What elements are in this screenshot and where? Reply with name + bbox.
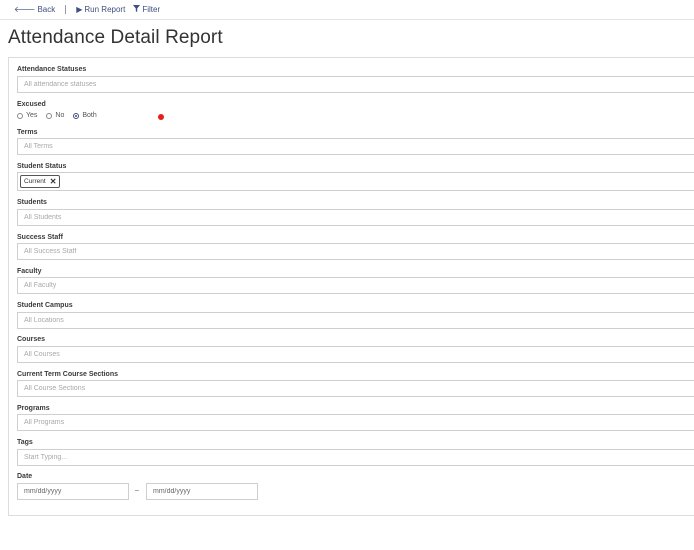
date-from-input[interactable]	[17, 483, 129, 500]
cursor-indicator	[158, 114, 164, 120]
course-sections-input[interactable]	[17, 380, 694, 397]
filter-button[interactable]: Filter	[133, 5, 160, 14]
excused-radio-group: Yes No Both	[17, 111, 106, 120]
excused-option-label: No	[55, 112, 65, 119]
excused-label: Excused	[17, 101, 46, 108]
funnel-icon	[133, 5, 141, 14]
student-status-label: Student Status	[17, 163, 67, 170]
back-button[interactable]: 🡐 Back	[14, 5, 55, 14]
date-separator: –	[135, 487, 139, 494]
programs-label: Programs	[17, 405, 50, 412]
excused-option-yes[interactable]: Yes	[17, 112, 37, 119]
attendance-statuses-input[interactable]	[17, 76, 694, 93]
page-title: Attendance Detail Report	[8, 27, 223, 48]
excused-option-label: Both	[82, 112, 97, 119]
toolbar-divider	[65, 5, 67, 14]
programs-input[interactable]	[17, 414, 694, 431]
filter-label: Filter	[142, 5, 161, 14]
toolbar: 🡐 Back ▶ Run Report Filter	[0, 0, 694, 20]
terms-input[interactable]	[17, 138, 694, 155]
faculty-input[interactable]	[17, 277, 694, 294]
course-sections-label: Current Term Course Sections	[17, 371, 119, 378]
student-campus-input[interactable]	[17, 312, 694, 329]
students-label: Students	[17, 199, 47, 206]
play-icon: ▶	[76, 4, 83, 14]
back-label: Back	[37, 5, 56, 14]
tags-label: Tags	[17, 439, 33, 446]
excused-option-no[interactable]: No	[46, 112, 64, 119]
students-input[interactable]	[17, 209, 694, 226]
success-staff-input[interactable]	[17, 243, 694, 260]
courses-label: Courses	[17, 336, 46, 343]
tags-input[interactable]	[17, 449, 694, 466]
excused-option-both[interactable]: Both	[73, 112, 97, 119]
status-tag-label: Current	[24, 178, 46, 185]
courses-input[interactable]	[17, 346, 694, 363]
date-to-input[interactable]	[146, 483, 258, 500]
date-label: Date	[17, 473, 33, 480]
radio-unchecked-icon	[46, 112, 53, 119]
student-campus-label: Student Campus	[17, 302, 73, 309]
attendance-statuses-label: Attendance Statuses	[17, 66, 87, 73]
remove-tag-icon[interactable]: ✕	[50, 177, 57, 186]
student-status-input[interactable]: Current ✕	[17, 172, 694, 191]
status-tag: Current ✕	[20, 175, 61, 188]
faculty-label: Faculty	[17, 268, 42, 275]
radio-checked-icon	[73, 112, 80, 119]
run-report-label: Run Report	[84, 5, 126, 14]
terms-label: Terms	[17, 129, 38, 136]
arrow-left-icon: 🡐	[14, 4, 36, 14]
radio-unchecked-icon	[17, 112, 23, 119]
excused-option-label: Yes	[26, 112, 38, 119]
success-staff-label: Success Staff	[17, 234, 63, 241]
run-report-button[interactable]: ▶ Run Report	[76, 5, 125, 14]
